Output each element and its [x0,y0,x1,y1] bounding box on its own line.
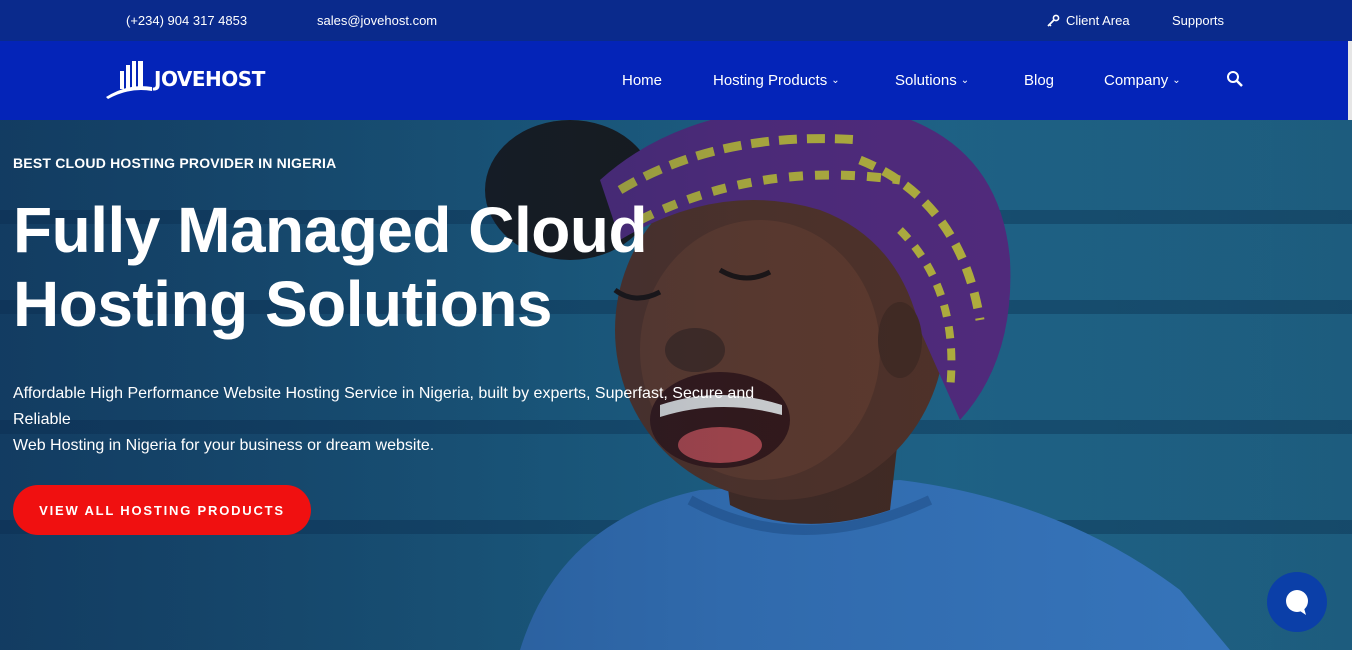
hero-headline: Fully Managed Cloud Hosting Solutions [13,193,713,341]
hero-headline-line1: Fully Managed Cloud [13,194,648,266]
main-navbar: JOVEHOST Home Hosting Products ⌄ Solutio… [0,41,1352,120]
email-link[interactable]: sales@jovehost.com [317,13,437,28]
nav-solutions-label: Solutions [895,72,957,89]
search-icon [1227,71,1243,87]
logo[interactable]: JOVEHOST [106,57,265,101]
hero-description-line2: Web Hosting in Nigeria for your business… [13,437,435,454]
logo-mark-icon [106,61,152,99]
chevron-down-icon: ⌄ [1172,75,1181,86]
nav-company-label: Company [1104,72,1169,89]
client-area-link[interactable]: Client Area [1046,13,1130,28]
chat-bubble-icon [1286,590,1308,615]
nav-company[interactable]: Company ⌄ [1104,72,1181,89]
chevron-down-icon: ⌄ [831,75,840,86]
hero-tagline: BEST CLOUD HOSTING PROVIDER IN NIGERIA [13,155,337,171]
hero-description-line1: Affordable High Performance Website Host… [13,385,755,428]
brand-name: JOVEHOST [154,67,265,91]
nav-home[interactable]: Home [622,72,662,89]
client-area-label: Client Area [1066,13,1130,28]
hero-description: Affordable High Performance Website Host… [13,381,803,459]
chat-widget-button[interactable] [1267,572,1327,632]
chevron-down-icon: ⌄ [960,75,970,86]
nav-solutions[interactable]: Solutions ⌄ [895,72,969,89]
key-icon [1047,14,1060,27]
top-bar: (+234) 904 317 4853 sales@jovehost.com C… [0,0,1352,41]
nav-blog[interactable]: Blog [1024,72,1054,89]
hero-headline-line2: Hosting Solutions [13,268,553,340]
page-scrollbar[interactable] [1348,41,1352,120]
nav-hosting-products[interactable]: Hosting Products ⌄ [713,72,840,89]
phone-number[interactable]: (+234) 904 317 4853 [126,13,247,28]
supports-link[interactable]: Supports [1172,13,1224,28]
search-button[interactable] [1226,70,1244,93]
view-all-hosting-products-button[interactable]: VIEW ALL HOSTING PRODUCTS [13,485,311,535]
nav-hosting-products-label: Hosting Products [713,72,828,89]
